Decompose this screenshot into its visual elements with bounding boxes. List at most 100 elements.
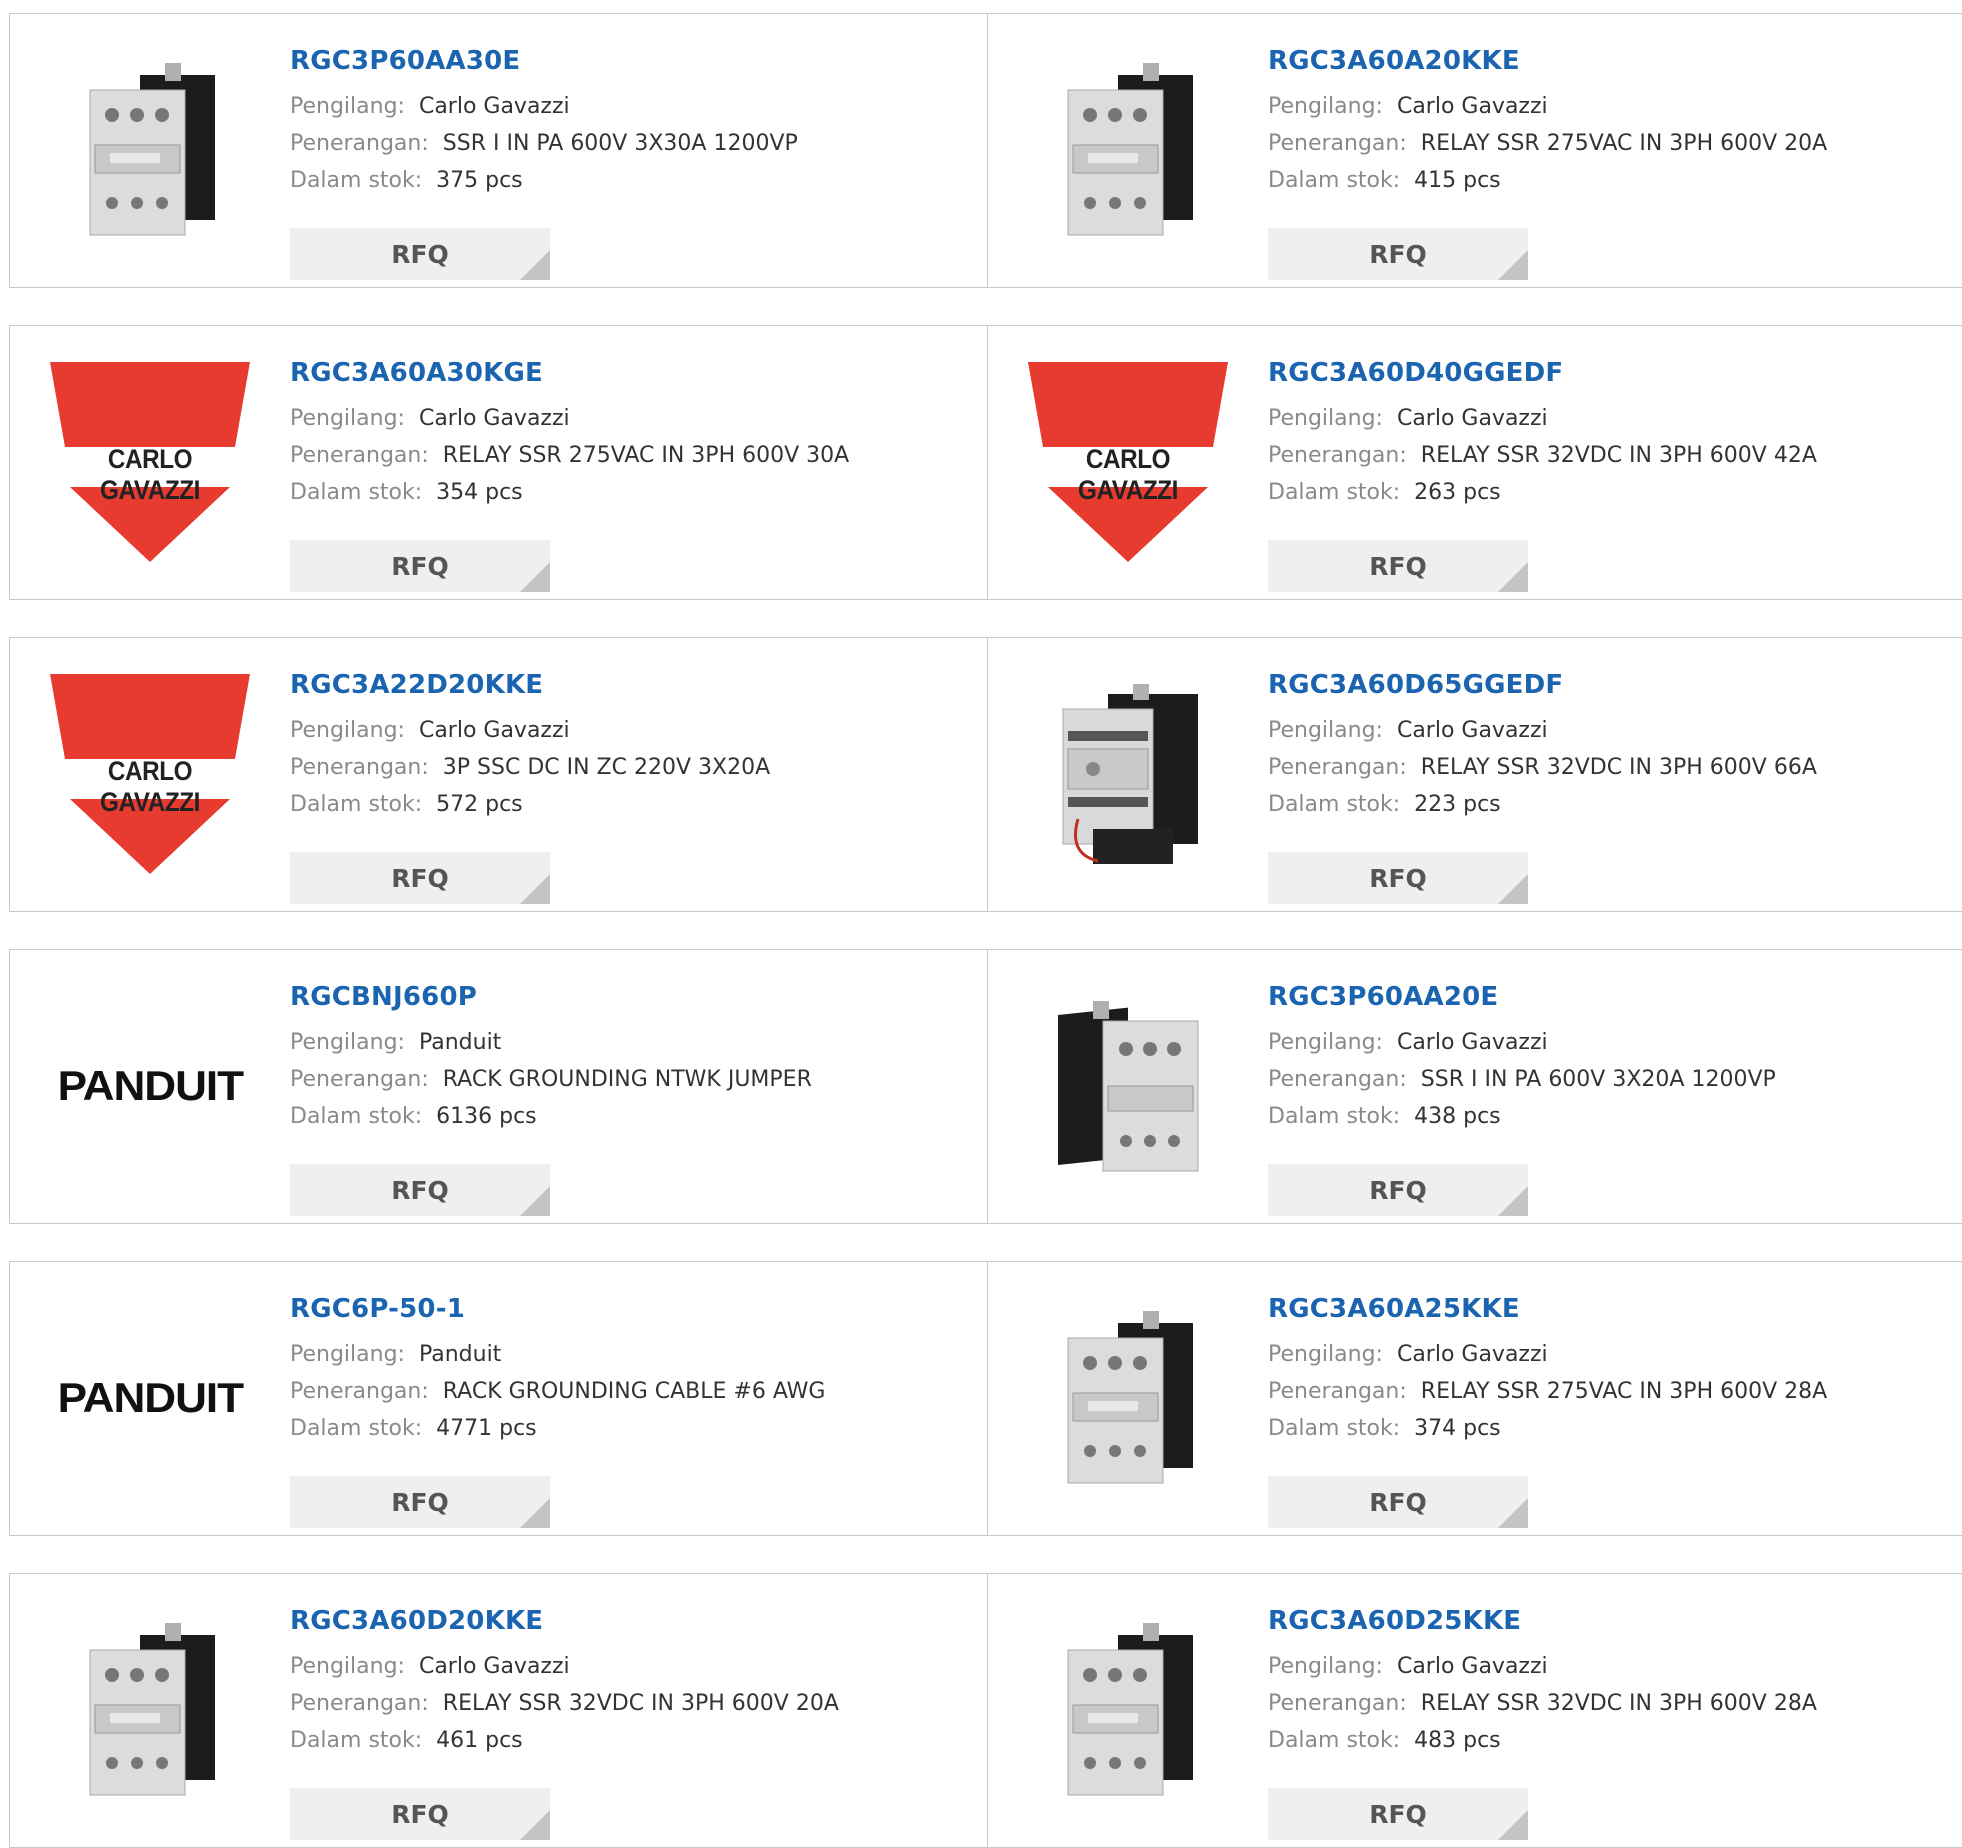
rfq-button[interactable]: RFQ [1268, 1164, 1528, 1216]
part-number-link[interactable]: RGC3A60D20KKE [290, 1604, 977, 1638]
stock-label: Dalam stok: [1268, 1104, 1401, 1129]
product-image[interactable] [1028, 50, 1228, 250]
rfq-button[interactable]: RFQ [1268, 852, 1528, 904]
rfq-button[interactable]: RFQ [1268, 1476, 1528, 1528]
description-value: SSR I IN PA 600V 3X20A 1200VP [1420, 1067, 1776, 1092]
description-value: RELAY SSR 32VDC IN 3PH 600V 20A [442, 1691, 839, 1716]
manufacturer-line: Pengilang: Carlo Gavazzi [290, 88, 977, 125]
manufacturer-value: Carlo Gavazzi [1396, 1030, 1548, 1055]
relay-photo-image [1067, 63, 1193, 236]
stock-label: Dalam stok: [290, 1416, 423, 1441]
product-image[interactable]: CARLO GAVAZZI [1028, 362, 1228, 562]
part-number-link[interactable]: RGCBNJ660P [290, 980, 977, 1014]
part-number-link[interactable]: RGC3A60D25KKE [1268, 1604, 1955, 1638]
description-label: Penerangan: [1268, 131, 1407, 156]
rfq-label: RFQ [391, 1175, 449, 1205]
product-image[interactable]: PANDUIT [50, 1298, 250, 1498]
relay-photo-image [89, 63, 215, 236]
rfq-button[interactable]: RFQ [1268, 1788, 1528, 1840]
relay-with-fan-image [1062, 684, 1198, 864]
part-number-link[interactable]: RGC3P60AA30E [290, 44, 977, 78]
description-label: Penerangan: [1268, 1691, 1407, 1716]
rfq-button[interactable]: RFQ [290, 540, 550, 592]
description-label: Penerangan: [290, 1691, 429, 1716]
product-row: RGC3P60AA30E Pengilang: Carlo Gavazzi Pener… [9, 13, 1962, 288]
stock-label: Dalam stok: [290, 480, 423, 505]
description-value: RELAY SSR 32VDC IN 3PH 600V 42A [1420, 443, 1817, 468]
part-number-link[interactable]: RGC3A60D65GGEDF [1268, 668, 1955, 702]
product-card: PANDUIT RGC6P-50-1 Pengilang: Panduit Penera… [9, 1261, 988, 1536]
manufacturer-label: Pengilang: [290, 1030, 405, 1055]
product-image[interactable] [50, 50, 250, 250]
description-label: Penerangan: [1268, 1067, 1407, 1092]
manufacturer-label: Pengilang: [1268, 1654, 1383, 1679]
product-card: RGC3A60D20KKE Pengilang: Carlo Gavazzi Pene… [9, 1573, 988, 1848]
part-number-link[interactable]: RGC3P60AA20E [1268, 980, 1955, 1014]
stock-line: Dalam stok: 354 pcs [290, 474, 977, 511]
stock-value: 354 pcs [436, 480, 523, 505]
carlo-gavazzi-logo: CARLO GAVAZZI [50, 674, 250, 874]
product-image[interactable]: PANDUIT [50, 986, 250, 1186]
stock-label: Dalam stok: [1268, 1416, 1401, 1441]
rfq-button[interactable]: RFQ [290, 1164, 550, 1216]
product-info: RGC3A60D40GGEDF Pengilang: Carlo Gavazzi Pe… [1268, 356, 1955, 592]
part-number-link[interactable]: RGC3A60A25KKE [1268, 1292, 1955, 1326]
manufacturer-line: Pengilang: Carlo Gavazzi [290, 1648, 977, 1685]
description-line: Penerangan: RELAY SSR 275VAC IN 3PH 600V … [290, 437, 977, 474]
product-row: PANDUIT RGC6P-50-1 Pengilang: Panduit Penera… [9, 1261, 1962, 1536]
rfq-button[interactable]: RFQ [290, 852, 550, 904]
product-grid: RGC3P60AA30E Pengilang: Carlo Gavazzi Pener… [0, 0, 1962, 1848]
part-number-link[interactable]: RGC3A60A30KGE [290, 356, 977, 390]
rfq-button[interactable]: RFQ [1268, 540, 1528, 592]
description-label: Penerangan: [1268, 755, 1407, 780]
description-label: Penerangan: [290, 1067, 429, 1092]
product-card: RGC3P60AA30E Pengilang: Carlo Gavazzi Pener… [9, 13, 988, 288]
description-line: Penerangan: RACK GROUNDING NTWK JUMPER [290, 1061, 977, 1098]
manufacturer-label: Pengilang: [1268, 406, 1383, 431]
rfq-button[interactable]: RFQ [290, 1476, 550, 1528]
product-card: CARLO GAVAZZI RGC3A60D40GGEDF Pengilang: Ca… [987, 325, 1962, 600]
rfq-button[interactable]: RFQ [1268, 228, 1528, 280]
carlo-gavazzi-logo: CARLO GAVAZZI [50, 362, 250, 562]
description-line: Penerangan: RACK GROUNDING CABLE #6 AWG [290, 1373, 977, 1410]
stock-line: Dalam stok: 6136 pcs [290, 1098, 977, 1135]
stock-label: Dalam stok: [1268, 792, 1401, 817]
product-image[interactable] [1028, 986, 1228, 1186]
corner-triangle-icon [520, 562, 550, 592]
product-card: RGC3A60A25KKE Pengilang: Carlo Gavazzi Pene… [987, 1261, 1962, 1536]
rfq-label: RFQ [391, 551, 449, 581]
part-number-link[interactable]: RGC3A60A20KKE [1268, 44, 1955, 78]
manufacturer-value: Carlo Gavazzi [1396, 406, 1548, 431]
corner-triangle-icon [520, 1498, 550, 1528]
stock-line: Dalam stok: 375 pcs [290, 162, 977, 199]
corner-triangle-icon [1498, 562, 1528, 592]
rfq-label: RFQ [391, 1487, 449, 1517]
description-line: Penerangan: 3P SSC DC IN ZC 220V 3X20A [290, 749, 977, 786]
product-image[interactable] [50, 1610, 250, 1810]
product-card: RGC3A60D65GGEDF Pengilang: Carlo Gavazzi Pe… [987, 637, 1962, 912]
manufacturer-line: Pengilang: Carlo Gavazzi [1268, 1336, 1955, 1373]
product-info: RGC6P-50-1 Pengilang: Panduit Penerangan: RA… [290, 1292, 977, 1528]
product-image[interactable] [1028, 674, 1228, 874]
part-number-link[interactable]: RGC6P-50-1 [290, 1292, 977, 1326]
description-value: RELAY SSR 275VAC IN 3PH 600V 28A [1420, 1379, 1828, 1404]
product-info: RGC3A60D20KKE Pengilang: Carlo Gavazzi Pene… [290, 1604, 977, 1840]
stock-line: Dalam stok: 4771 pcs [290, 1410, 977, 1447]
manufacturer-label: Pengilang: [1268, 718, 1383, 743]
rfq-button[interactable]: RFQ [290, 228, 550, 280]
stock-label: Dalam stok: [290, 1104, 423, 1129]
stock-label: Dalam stok: [290, 1728, 423, 1753]
description-line: Penerangan: RELAY SSR 32VDC IN 3PH 600V 6… [1268, 749, 1955, 786]
product-image[interactable]: CARLO GAVAZZI [50, 674, 250, 874]
corner-triangle-icon [520, 1810, 550, 1840]
rfq-button[interactable]: RFQ [290, 1788, 550, 1840]
manufacturer-line: Pengilang: Panduit [290, 1024, 977, 1061]
part-number-link[interactable]: RGC3A22D20KKE [290, 668, 977, 702]
product-image[interactable]: CARLO GAVAZZI [50, 362, 250, 562]
product-image[interactable] [1028, 1610, 1228, 1810]
manufacturer-label: Pengilang: [290, 718, 405, 743]
part-number-link[interactable]: RGC3A60D40GGEDF [1268, 356, 1955, 390]
manufacturer-line: Pengilang: Carlo Gavazzi [1268, 1648, 1955, 1685]
product-image[interactable] [1028, 1298, 1228, 1498]
relay-photo-image [1067, 1311, 1193, 1484]
